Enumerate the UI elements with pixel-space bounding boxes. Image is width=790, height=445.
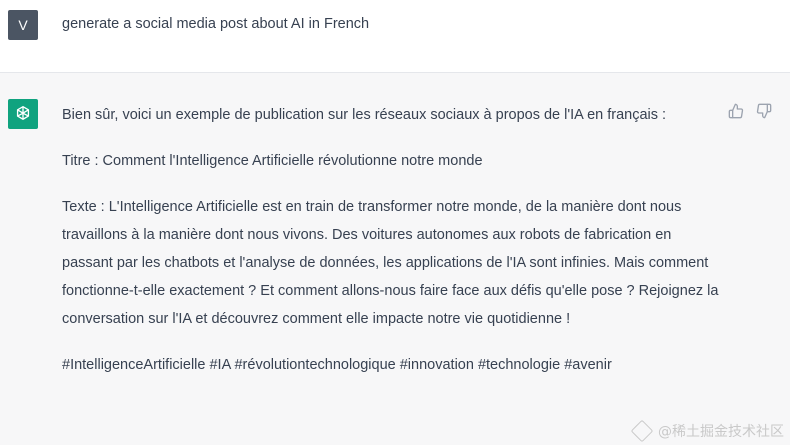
watermark-logo-icon — [630, 419, 654, 443]
assistant-paragraph-intro: Bien sûr, voici un exemple de publicatio… — [62, 107, 667, 123]
watermark-text: @稀土掘金技术社区 — [658, 424, 784, 440]
user-message-row: V generate a social media post about AI … — [0, 0, 790, 72]
assistant-message-row: Bien sûr, voici un exemple de publicatio… — [0, 73, 790, 445]
assistant-paragraph-text: Texte : L'Intelligence Artificielle est … — [62, 199, 719, 327]
assistant-message-body: Bien sûr, voici un exemple de publicatio… — [62, 101, 722, 397]
watermark: @稀土掘金技术社区 — [630, 419, 784, 443]
assistant-paragraph-title: Titre : Comment l'Intelligence Artificie… — [62, 153, 483, 169]
thumbs-down-icon[interactable] — [756, 103, 772, 119]
user-avatar: V — [8, 10, 38, 40]
chat-page: V generate a social media post about AI … — [0, 0, 790, 445]
user-message-text: generate a social media post about AI in… — [62, 16, 370, 32]
openai-logo-icon — [8, 99, 38, 129]
thumbs-up-icon[interactable] — [728, 103, 744, 119]
feedback-buttons — [728, 103, 772, 119]
assistant-paragraph-hashtags: #IntelligenceArtificielle #IA #révolutio… — [62, 357, 612, 373]
